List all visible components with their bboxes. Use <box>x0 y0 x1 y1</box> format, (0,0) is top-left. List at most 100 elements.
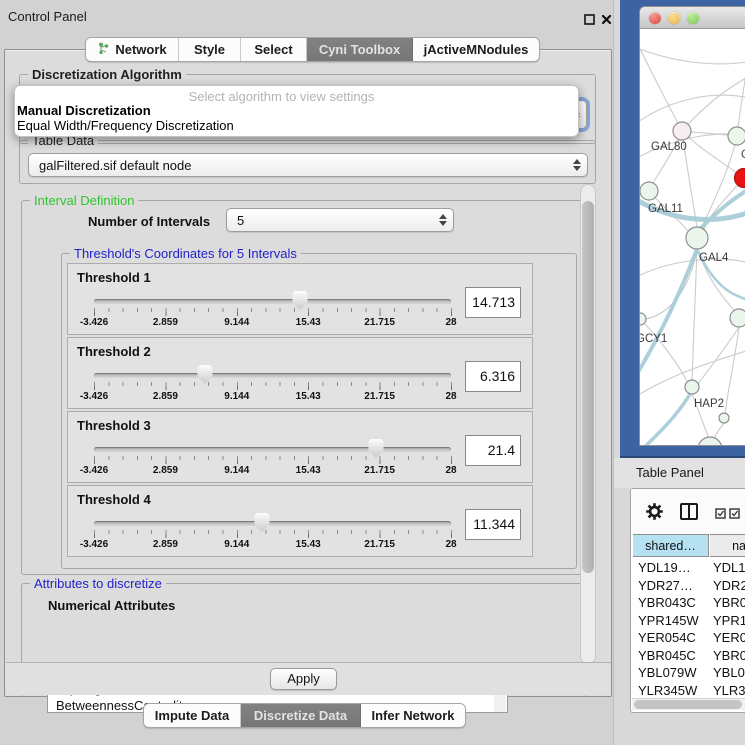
threshold-1-panel: Threshold 1 -3.426 2.859 9.144 15.43 21.… <box>67 263 533 335</box>
tab-impute-data[interactable]: Impute Data <box>144 704 241 727</box>
tab-cyni-toolbox[interactable]: Cyni Toolbox <box>307 38 413 61</box>
apply-button[interactable]: Apply <box>270 668 337 690</box>
threshold-4-label: Threshold 4 <box>77 492 151 507</box>
network-graph <box>640 29 745 446</box>
close-icon[interactable] <box>601 12 612 23</box>
tab-infer-network[interactable]: Infer Network <box>361 704 465 727</box>
node-hap2[interactable] <box>685 380 699 394</box>
select-columns-icon[interactable] <box>715 506 741 524</box>
table-row[interactable]: YLR345WYLR3 <box>633 682 745 699</box>
node-gcy1[interactable] <box>640 313 646 325</box>
control-panel-tabbar: Network Style Select Cyni Toolbox jActiv… <box>85 37 540 62</box>
right-column: GAL80 GA GAL11 C GAL4 GCY1 H HAP2 Table … <box>613 0 745 745</box>
table-data-value: galFiltered.sif default node <box>39 158 191 173</box>
float-window-icon[interactable] <box>584 12 595 23</box>
group-title-algorithm: Discretization Algorithm <box>28 67 186 82</box>
combo-stepper-icon <box>573 154 581 176</box>
algorithm-hint-text: Select algorithm to view settings <box>15 89 548 104</box>
column-header-name[interactable]: na <box>710 534 745 557</box>
table-row[interactable]: YBR045CYBR0 <box>633 647 745 665</box>
table-horizontal-scrollbar[interactable] <box>632 698 745 710</box>
node-label: HAP2 <box>694 398 724 410</box>
minimize-traffic-light-icon[interactable] <box>668 12 680 24</box>
network-window-titlebar <box>640 7 745 29</box>
node-bottom[interactable] <box>698 437 722 446</box>
threshold-1-slider-track[interactable] <box>94 299 451 304</box>
threshold-4-slider-track[interactable] <box>94 521 451 526</box>
threshold-2-panel: Threshold 2 -3.426 2.859 9.144 15.43 21.… <box>67 337 533 409</box>
node-ga[interactable] <box>728 127 745 145</box>
threshold-3-slider-track[interactable] <box>94 447 451 452</box>
network-canvas[interactable]: GAL80 GA GAL11 C GAL4 GCY1 H HAP2 <box>640 29 745 446</box>
tab-style[interactable]: Style <box>179 38 241 61</box>
slider-ticks <box>94 456 452 464</box>
panel-vertical-scrollbar[interactable] <box>580 184 596 664</box>
threshold-4-panel: Threshold 4 -3.426 2.859 9.144 21.715 15… <box>67 485 533 557</box>
threshold-1-label: Threshold 1 <box>77 270 151 285</box>
threshold-2-value-field[interactable]: 6.316 <box>465 361 521 392</box>
node-label: GA <box>741 149 745 161</box>
popup-item-manual-discretization[interactable]: Manual Discretization <box>17 103 151 118</box>
scrollbar-thumb[interactable] <box>582 201 594 573</box>
table-panel-title: Table Panel <box>636 465 704 480</box>
scrollbar-thumb[interactable] <box>634 700 742 709</box>
node-gal4[interactable] <box>686 227 708 249</box>
threshold-2-slider-track[interactable] <box>94 373 451 378</box>
network-window: GAL80 GA GAL11 C GAL4 GCY1 H HAP2 <box>639 6 745 446</box>
tab-jactivemnodules[interactable]: jActiveMNodules <box>413 38 539 61</box>
number-of-intervals-combobox[interactable]: 5 <box>226 208 454 232</box>
table-data-combobox[interactable]: galFiltered.sif default node <box>28 153 588 177</box>
slider-scale: -3.426 2.859 9.144 21.715 15.43 28 <box>94 539 451 551</box>
node-gal80[interactable] <box>673 122 691 140</box>
control-panel: Control Panel Network Style Select Cyni … <box>0 0 613 745</box>
node-small[interactable] <box>719 413 729 423</box>
node-label: GAL80 <box>651 141 687 153</box>
tab-select[interactable]: Select <box>241 38 307 61</box>
zoom-traffic-light-icon[interactable] <box>687 12 699 24</box>
popup-item-equal-width-frequency[interactable]: Equal Width/Frequency Discretization <box>17 118 234 133</box>
close-traffic-light-icon[interactable] <box>649 12 661 24</box>
node-gal11[interactable] <box>640 182 658 200</box>
slider-scale: -3.426 2.859 9.144 15.43 21.715 28 <box>94 465 451 477</box>
threshold-coordinates-group: Threshold's Coordinates for 5 Intervals … <box>61 253 577 569</box>
table-row[interactable]: YBR043CYBR0 <box>633 594 745 612</box>
slider-ticks <box>94 308 452 316</box>
cyni-bottom-tabbar: Impute Data Discretize Data Infer Networ… <box>143 703 466 728</box>
group-title-threshold-coordinates: Threshold's Coordinates for 5 Intervals <box>70 246 301 261</box>
threshold-2-label: Threshold 2 <box>77 344 151 359</box>
table-row[interactable]: YER054CYER0 <box>633 629 745 647</box>
node-red-selected[interactable] <box>735 169 745 188</box>
column-layout-icon[interactable] <box>680 503 698 520</box>
apply-bar: Apply <box>6 662 611 695</box>
number-of-intervals-value: 5 <box>237 213 244 228</box>
node-label: GAL11 <box>648 203 683 215</box>
algorithm-dropdown-popup: Select algorithm to view settings Manual… <box>14 85 579 137</box>
gear-icon[interactable] <box>645 502 664 526</box>
interval-definition-group: Interval Definition Number of Intervals … <box>21 200 587 575</box>
combo-stepper-icon <box>439 209 447 231</box>
threshold-3-value-field[interactable]: 21.4 <box>465 435 521 466</box>
column-header-shared-name[interactable]: shared… <box>633 534 709 557</box>
group-title-interval-definition: Interval Definition <box>30 193 138 208</box>
tab-network[interactable]: Network <box>86 38 179 61</box>
table-panel: shared… na YDL19…YDL1 YDR27…YDR2 YBR043C… <box>630 488 745 713</box>
slider-ticks <box>94 382 452 390</box>
table-panel-header: Table Panel <box>614 458 745 488</box>
node-h[interactable] <box>730 309 745 327</box>
table-row[interactable]: YPR145WYPR1 <box>633 612 745 630</box>
tab-discretize-data[interactable]: Discretize Data <box>241 704 361 727</box>
table-rows: YDL19…YDL1 YDR27…YDR2 YBR043CYBR0 YPR145… <box>633 559 745 698</box>
group-title-attributes: Attributes to discretize <box>30 576 166 591</box>
table-row[interactable]: YBL079WYBL0 <box>633 664 745 682</box>
slider-ticks <box>94 530 452 538</box>
numerical-attributes-label: Numerical Attributes <box>48 598 175 613</box>
table-data-group: Table Data galFiltered.sif default node <box>19 140 596 184</box>
panel-title: Control Panel <box>8 9 87 24</box>
threshold-1-value-field[interactable]: 14.713 <box>465 287 521 318</box>
application-window: Control Panel Network Style Select Cyni … <box>0 0 745 745</box>
table-row[interactable]: YDL19…YDL1 <box>633 559 745 577</box>
table-row[interactable]: YDR27…YDR2 <box>633 577 745 595</box>
threshold-4-value-field[interactable]: 11.344 <box>465 509 521 540</box>
threshold-3-label: Threshold 3 <box>77 418 151 433</box>
node-label: GAL4 <box>699 252 728 264</box>
